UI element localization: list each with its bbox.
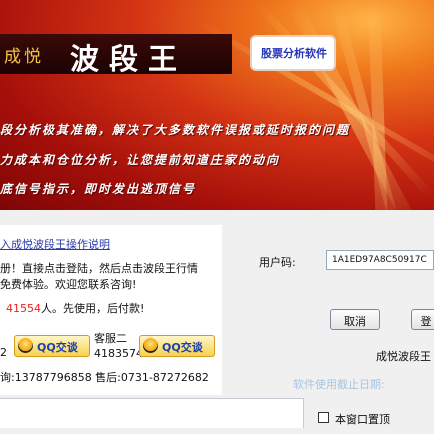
expiry-label: 软件使用截止日期: (293, 378, 385, 391)
user-count-line: 41554人。先使用，后付款! (0, 300, 144, 316)
product-name: 波段王 (70, 42, 188, 76)
cancel-button[interactable]: 取消 (330, 309, 380, 330)
user-code-label: 用户码: (259, 256, 296, 269)
feature-line-2: 力成本和仓位分析，让您提前知道庄家的动向 (0, 153, 281, 167)
qq-chat-label: QQ交谈 (37, 341, 78, 354)
feature-line-1: 段分析极其准确，解决了大多数软件误报或延时报的问题 (0, 123, 351, 137)
banner (0, 0, 434, 210)
tag-text: 股票分析软件 (261, 47, 327, 60)
qq-chat-button-2[interactable]: QQ交谈 (139, 335, 215, 357)
qq-chat-label: QQ交谈 (162, 341, 203, 354)
feature-line-3: 底信号指示，即时发出逃顶信号 (0, 182, 197, 196)
qq-chat-button-1[interactable]: QQ交谈 (14, 335, 90, 357)
user-code-field[interactable]: 1A1ED97A8C50917C (326, 250, 434, 270)
app-name: 成悦波段王 (376, 350, 431, 363)
info-line-2: 免费体验。欢迎您联系咨询! (0, 278, 137, 291)
always-on-top-checkbox[interactable] (318, 412, 329, 423)
status-bar (0, 398, 304, 428)
qq-penguin-icon (143, 338, 158, 353)
qq-penguin-icon (18, 338, 33, 353)
service2-label: 客服二 (94, 332, 127, 345)
contact-phones: 询:13787796858 售后:0731-87272682 (0, 371, 209, 384)
login-button[interactable]: 登 (411, 309, 434, 330)
service2-number: 4183574 (94, 347, 143, 360)
guide-link[interactable]: 入成悦波段王操作说明 (0, 236, 110, 252)
always-on-top-label: 本窗口置顶 (335, 413, 390, 426)
user-count: 41554 (6, 302, 41, 315)
service1-number: 2 (0, 346, 7, 359)
info-line-1: 册！直接点击登陆，然后点击波段王行情 (0, 262, 198, 275)
brand-name: 成悦 (4, 47, 44, 67)
user-count-suffix: 人。先使用，后付款! (41, 302, 145, 315)
